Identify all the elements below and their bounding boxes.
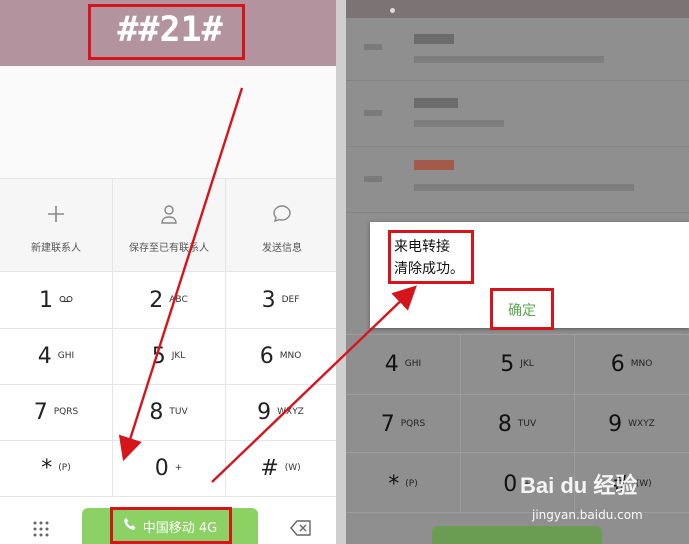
annotation-arrows <box>118 87 417 483</box>
arrow-number-to-keypad <box>118 87 244 462</box>
arrow-call-to-dialog <box>211 285 417 483</box>
